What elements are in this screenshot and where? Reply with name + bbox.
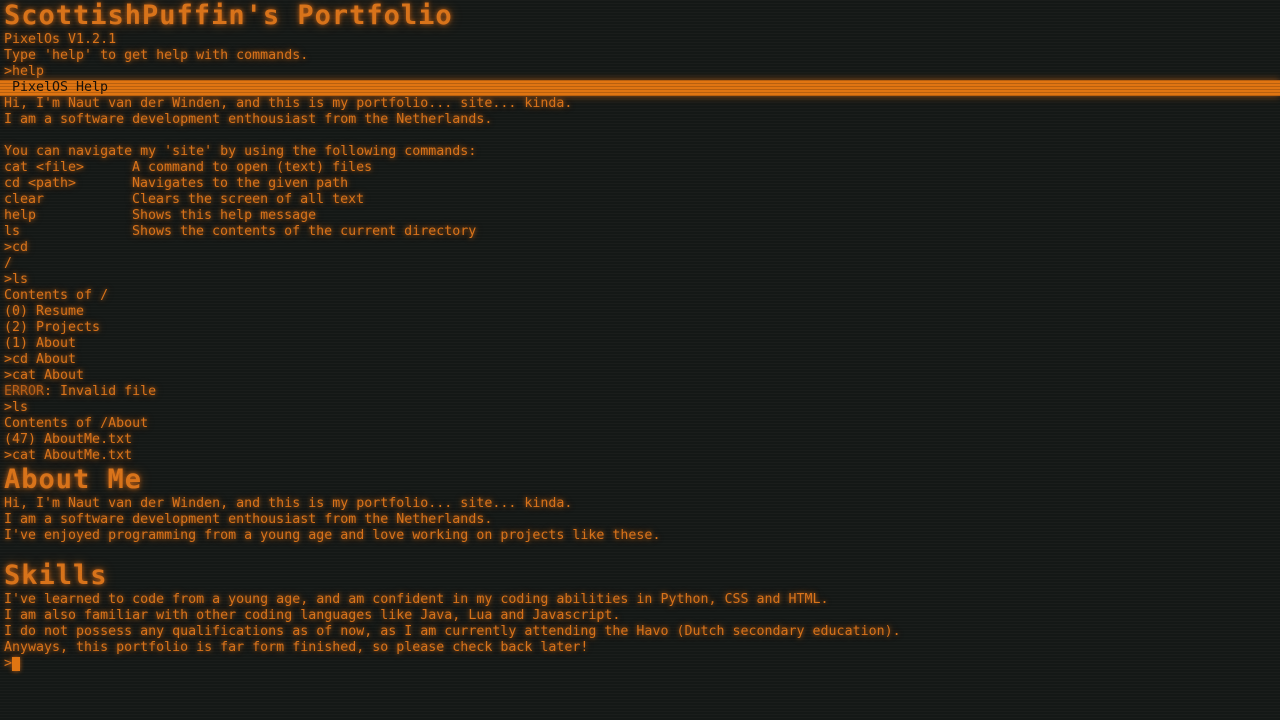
command-description: Clears the screen of all text: [132, 192, 365, 207]
current-path-line: /: [4, 256, 13, 271]
command-input-line[interactable]: >: [4, 656, 1276, 672]
directory-item-aboutme: (47) AboutMe.txt: [4, 432, 133, 447]
error-line: ERROR: Invalid file: [4, 384, 1276, 400]
terminal-output: ScottishPuffin's Portfolio PixelOs V1.2.…: [0, 0, 1280, 672]
help-title-bar: PixelOS Help: [0, 80, 1280, 96]
terminal-screen[interactable]: ScottishPuffin's Portfolio PixelOs V1.2.…: [0, 0, 1280, 720]
command-description: A command to open (text) files: [132, 160, 373, 175]
command-cd-line: >cd: [4, 240, 29, 255]
command-name: help: [4, 208, 37, 223]
command-cat-about-line: >cat About: [4, 368, 85, 383]
directory-item-projects: (2) Projects: [4, 320, 101, 335]
skills-line-2: I am also familiar with other coding lan…: [4, 608, 621, 623]
command-name: cat <file>: [4, 160, 85, 175]
hint-line: Type 'help' to get help with commands.: [4, 48, 309, 63]
skills-line-3: I do not possess any qualifications as o…: [4, 624, 901, 639]
command-help-line: >help: [4, 64, 45, 79]
prompt-symbol: >: [4, 656, 13, 671]
command-description: Shows the contents of the current direct…: [132, 224, 477, 239]
command-description: Shows this help message: [132, 208, 317, 223]
error-tag: ERROR: [4, 384, 45, 399]
skills-heading: Skills: [4, 560, 108, 591]
command-row: cat <file> A command to open (text) file…: [4, 160, 1276, 176]
about-heading: About Me: [4, 464, 143, 495]
command-ls-line-2: >ls: [4, 400, 29, 415]
version-line: PixelOs V1.2.1: [4, 32, 117, 47]
page-title: ScottishPuffin's Portfolio: [4, 0, 453, 31]
command-row: help Shows this help message: [4, 208, 1276, 224]
help-nav-text: You can navigate my 'site' by using the …: [4, 144, 477, 159]
about-line-1: Hi, I'm Naut van der Winden, and this is…: [4, 496, 573, 511]
command-row: cd <path> Navigates to the given path: [4, 176, 1276, 192]
help-intro-line-1: Hi, I'm Naut van der Winden, and this is…: [4, 96, 573, 111]
command-cd-about-line: >cd About: [4, 352, 77, 367]
command-cat-aboutme-line: >cat AboutMe.txt: [4, 448, 133, 463]
contents-root-heading: Contents of /: [4, 288, 109, 303]
about-line-3: I've enjoyed programming from a young ag…: [4, 528, 661, 543]
command-row: ls Shows the contents of the current dir…: [4, 224, 1276, 240]
directory-item-about: (1) About: [4, 336, 77, 351]
skills-line-1: I've learned to code from a young age, a…: [4, 592, 829, 607]
about-line-2: I am a software development enthousiast …: [4, 512, 493, 527]
error-message: : Invalid file: [44, 384, 157, 399]
help-intro-line-2: I am a software development enthousiast …: [4, 112, 493, 127]
command-name: cd <path>: [4, 176, 77, 191]
command-name: ls: [4, 224, 21, 239]
text-cursor[interactable]: [12, 657, 21, 671]
command-name: clear: [4, 192, 45, 207]
command-description: Navigates to the given path: [132, 176, 349, 191]
skills-line-4: Anyways, this portfolio is far form fini…: [4, 640, 589, 655]
command-row: clear Clears the screen of all text: [4, 192, 1276, 208]
command-ls-line: >ls: [4, 272, 29, 287]
contents-about-heading: Contents of /About: [4, 416, 149, 431]
help-bar-title: PixelOS Help: [12, 80, 109, 95]
directory-item-resume: (0) Resume: [4, 304, 85, 319]
